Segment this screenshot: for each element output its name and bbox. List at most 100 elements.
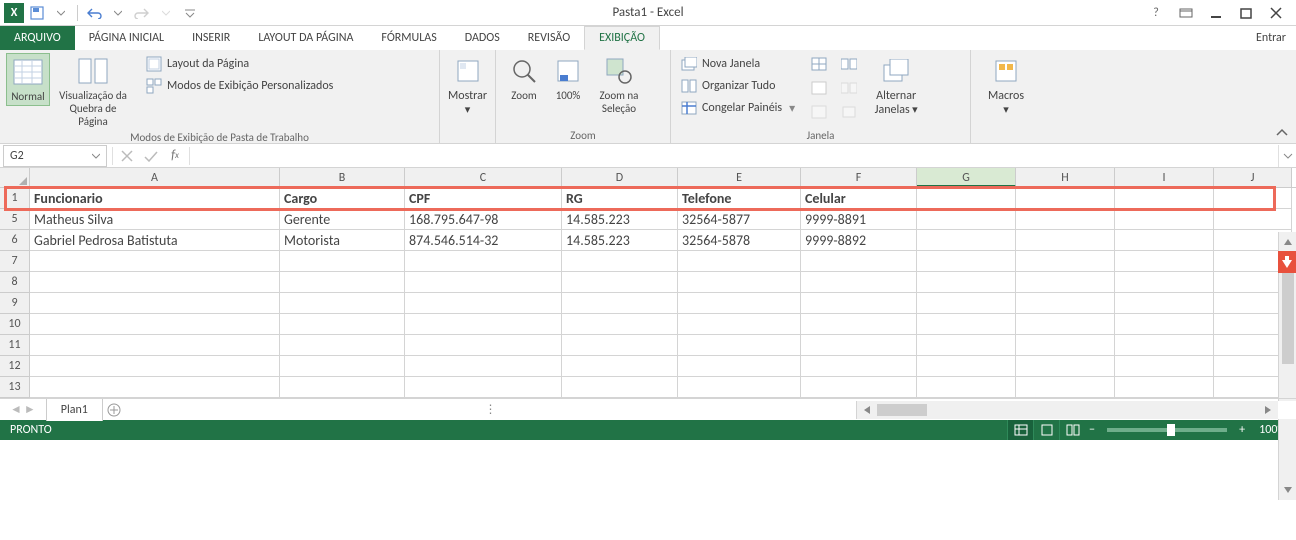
col-header-C[interactable]: C bbox=[405, 168, 562, 187]
cell[interactable] bbox=[1016, 188, 1115, 209]
cell[interactable] bbox=[1016, 209, 1115, 230]
cell[interactable] bbox=[30, 251, 280, 272]
cell[interactable]: 14.585.223 bbox=[562, 209, 678, 230]
cell[interactable] bbox=[562, 293, 678, 314]
cell[interactable] bbox=[280, 272, 405, 293]
cell[interactable] bbox=[1115, 251, 1214, 272]
cell[interactable] bbox=[678, 356, 801, 377]
cell[interactable] bbox=[280, 314, 405, 335]
cell[interactable] bbox=[405, 314, 562, 335]
cell[interactable]: Gerente bbox=[280, 209, 405, 230]
maximize-icon[interactable] bbox=[1232, 2, 1260, 24]
hscroll-thumb[interactable] bbox=[877, 404, 927, 416]
cell[interactable] bbox=[917, 293, 1016, 314]
cell[interactable] bbox=[801, 335, 917, 356]
cell[interactable] bbox=[801, 377, 917, 398]
cell[interactable]: 9999-8891 bbox=[801, 209, 917, 230]
cell[interactable] bbox=[405, 251, 562, 272]
col-header-I[interactable]: I bbox=[1115, 168, 1214, 187]
status-normal-view-icon[interactable] bbox=[1007, 420, 1033, 440]
switch-windows-button[interactable]: Alternar Janelas ▾ bbox=[867, 53, 925, 119]
undo-dropdown-icon[interactable] bbox=[107, 2, 129, 24]
cell[interactable] bbox=[917, 230, 1016, 251]
cell[interactable] bbox=[280, 293, 405, 314]
row-header[interactable]: 9 bbox=[0, 293, 30, 314]
cell[interactable]: Motorista bbox=[280, 230, 405, 251]
cell[interactable] bbox=[801, 356, 917, 377]
cell[interactable]: 9999-8892 bbox=[801, 230, 917, 251]
qat-more-icon[interactable] bbox=[50, 2, 72, 24]
save-icon[interactable] bbox=[26, 2, 48, 24]
view-side-button[interactable] bbox=[837, 53, 861, 75]
cell[interactable] bbox=[1016, 356, 1115, 377]
cell[interactable] bbox=[280, 377, 405, 398]
horizontal-scrollbar[interactable] bbox=[856, 401, 1296, 419]
row-header[interactable]: 12 bbox=[0, 356, 30, 377]
cell[interactable] bbox=[280, 356, 405, 377]
custom-views-button[interactable]: Modos de Exibição Personalizados bbox=[142, 75, 337, 97]
cell[interactable] bbox=[678, 293, 801, 314]
cell[interactable] bbox=[1115, 377, 1214, 398]
page-break-button[interactable]: Visualização da Quebra de Página bbox=[50, 53, 136, 130]
unhide-button[interactable] bbox=[807, 101, 831, 123]
cell[interactable] bbox=[678, 314, 801, 335]
cell[interactable]: Cargo bbox=[280, 188, 405, 209]
row-header[interactable]: 13 bbox=[0, 377, 30, 398]
cell[interactable] bbox=[30, 377, 280, 398]
undo-icon[interactable] bbox=[83, 2, 105, 24]
reset-pos-button[interactable] bbox=[837, 101, 861, 123]
cell[interactable] bbox=[1115, 335, 1214, 356]
cell[interactable] bbox=[917, 356, 1016, 377]
close-icon[interactable] bbox=[1262, 2, 1290, 24]
col-header-H[interactable]: H bbox=[1016, 168, 1115, 187]
tab-view[interactable]: EXIBIÇÃO bbox=[584, 26, 660, 50]
select-all-corner[interactable] bbox=[0, 168, 30, 187]
col-header-E[interactable]: E bbox=[678, 168, 801, 187]
cell[interactable] bbox=[30, 335, 280, 356]
redo-icon[interactable] bbox=[131, 2, 153, 24]
macros-button[interactable]: Macros▾ bbox=[984, 53, 1028, 118]
row-header[interactable]: 7 bbox=[0, 251, 30, 272]
cell[interactable] bbox=[917, 314, 1016, 335]
cell[interactable]: Matheus Silva bbox=[30, 209, 280, 230]
status-pagelayout-view-icon[interactable] bbox=[1033, 420, 1059, 440]
sheet-next-icon[interactable]: ► bbox=[24, 402, 36, 417]
cell[interactable] bbox=[1115, 209, 1214, 230]
cell[interactable]: 32564-5877 bbox=[678, 209, 801, 230]
cell[interactable] bbox=[562, 314, 678, 335]
cell[interactable] bbox=[1115, 188, 1214, 209]
row-header[interactable]: 6 bbox=[0, 230, 30, 251]
scroll-right-icon[interactable] bbox=[1258, 401, 1278, 419]
new-window-button[interactable]: Nova Janela bbox=[677, 53, 799, 75]
cell[interactable] bbox=[678, 272, 801, 293]
row-header[interactable]: 11 bbox=[0, 335, 30, 356]
cell[interactable] bbox=[405, 293, 562, 314]
cell[interactable]: Funcionario bbox=[30, 188, 280, 209]
row-header[interactable]: 1 bbox=[0, 188, 30, 209]
cell[interactable]: Gabriel Pedrosa Batistuta bbox=[30, 230, 280, 251]
tab-file[interactable]: ARQUIVO bbox=[0, 26, 75, 50]
cell[interactable]: Celular bbox=[801, 188, 917, 209]
cell[interactable] bbox=[917, 209, 1016, 230]
cell[interactable] bbox=[1115, 293, 1214, 314]
cell[interactable]: RG bbox=[562, 188, 678, 209]
ribbon-display-icon[interactable] bbox=[1172, 2, 1200, 24]
cell[interactable] bbox=[280, 335, 405, 356]
customize-qat-icon[interactable] bbox=[179, 2, 201, 24]
cell[interactable] bbox=[30, 314, 280, 335]
cell[interactable]: Telefone bbox=[678, 188, 801, 209]
tab-review[interactable]: REVISÃO bbox=[514, 26, 584, 50]
tab-formulas[interactable]: FÓRMULAS bbox=[367, 26, 450, 50]
tab-insert[interactable]: INSERIR bbox=[178, 26, 244, 50]
cancel-formula-icon[interactable] bbox=[115, 145, 139, 167]
col-header-G[interactable]: G bbox=[917, 168, 1016, 187]
column-headers[interactable]: A B C D E F G H I J bbox=[0, 168, 1296, 188]
scroll-up-icon[interactable] bbox=[1279, 232, 1296, 252]
cell[interactable] bbox=[1016, 230, 1115, 251]
cell[interactable] bbox=[1016, 251, 1115, 272]
cell[interactable] bbox=[1016, 335, 1115, 356]
arrange-all-button[interactable]: Organizar Tudo bbox=[677, 75, 799, 97]
enter-formula-icon[interactable] bbox=[139, 145, 163, 167]
freeze-panes-button[interactable]: Congelar Painéis▾ bbox=[677, 97, 799, 119]
cell[interactable] bbox=[678, 251, 801, 272]
